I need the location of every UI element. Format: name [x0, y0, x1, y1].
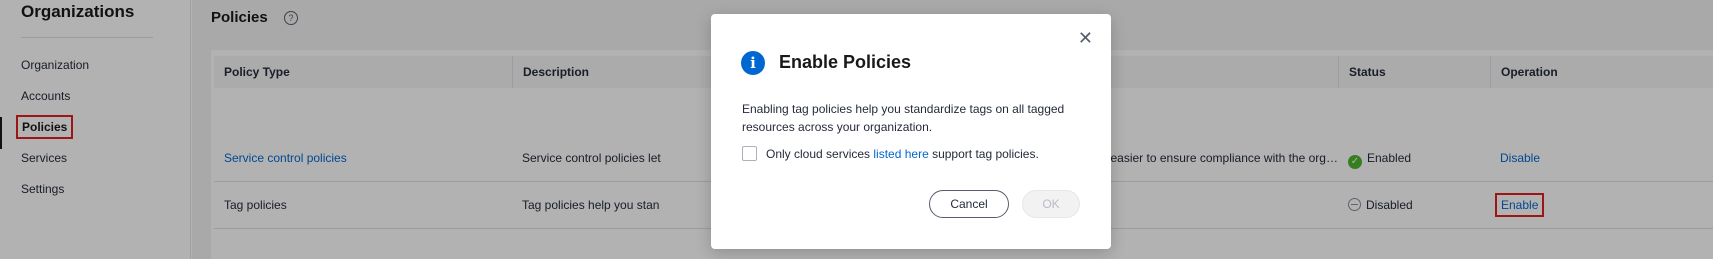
enable-policies-dialog: ✕ i Enable Policies Enabling tag policie… [711, 14, 1111, 249]
cancel-button[interactable]: Cancel [929, 190, 1009, 218]
close-icon[interactable]: ✕ [1078, 29, 1093, 47]
checkbox-label-prefix: Only cloud services [766, 146, 874, 161]
dialog-actions: Cancel OK [929, 190, 1080, 218]
dialog-body: Enabling tag policies help you standardi… [742, 102, 1065, 134]
info-icon: i [741, 51, 765, 75]
confirm-checkbox[interactable] [742, 146, 757, 161]
ok-button[interactable]: OK [1022, 190, 1080, 218]
checkbox-label: Only cloud services listed here support … [766, 147, 1039, 161]
dialog-title: Enable Policies [779, 52, 912, 72]
confirm-checkbox-row: Only cloud services listed here support … [742, 146, 1039, 161]
checkbox-label-suffix: support tag policies. [928, 146, 1039, 161]
listed-here-link[interactable]: listed here [873, 147, 928, 161]
